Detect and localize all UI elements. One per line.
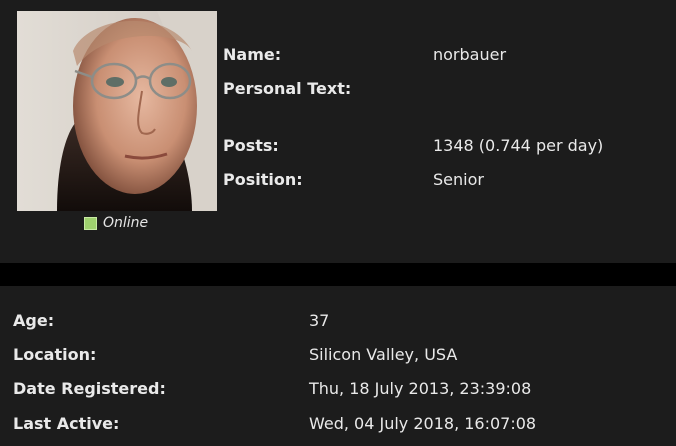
profile-summary-panel: Online Name: norbauer Personal Text: Pos… (0, 0, 676, 263)
name-value: norbauer (433, 45, 507, 64)
posts-value: 1348 (0.744 per day) (433, 136, 604, 155)
profile-details-panel: Age: 37 Location: Silicon Valley, USA Da… (0, 286, 676, 446)
date-registered-value: Thu, 18 July 2013, 23:39:08 (309, 379, 532, 398)
date-registered-label: Date Registered: (13, 379, 166, 398)
online-status-text: Online (103, 215, 149, 231)
position-value: Senior (433, 170, 484, 189)
online-status-icon (84, 216, 97, 230)
location-label: Location: (13, 345, 97, 364)
age-label: Age: (13, 311, 55, 330)
location-value: Silicon Valley, USA (309, 345, 458, 364)
age-value: 37 (309, 311, 330, 330)
online-indicator: Online (84, 213, 148, 233)
last-active-label: Last Active: (13, 414, 120, 433)
personal-text-label: Personal Text: (223, 79, 352, 98)
position-label: Position: (223, 170, 303, 189)
avatar-portrait (17, 11, 217, 211)
last-active-value: Wed, 04 July 2018, 16:07:08 (309, 414, 537, 433)
posts-label: Posts: (223, 136, 279, 155)
avatar (17, 11, 217, 211)
name-label: Name: (223, 45, 282, 64)
profile-page: Online Name: norbauer Personal Text: Pos… (0, 0, 676, 446)
